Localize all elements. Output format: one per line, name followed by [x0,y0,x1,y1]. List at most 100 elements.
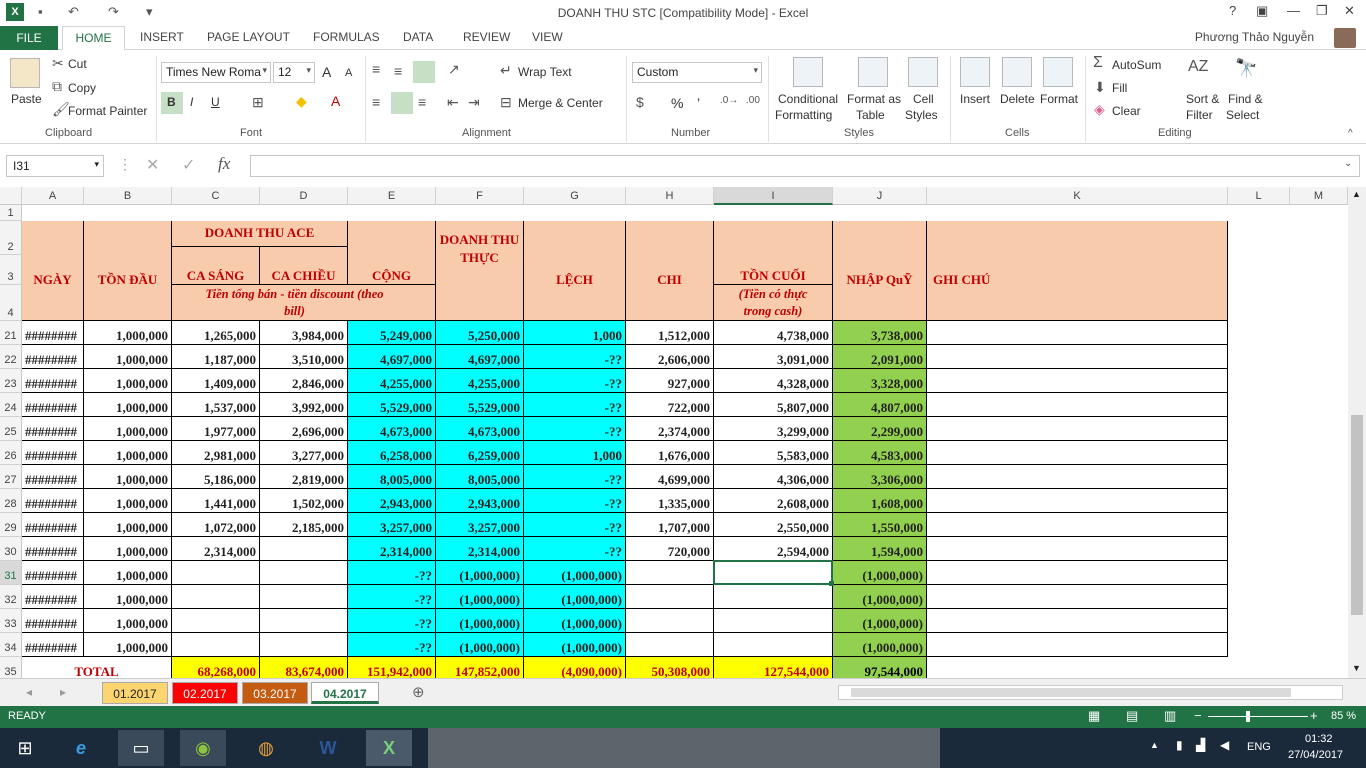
cell-c[interactable] [172,561,260,585]
sheet-tab-03[interactable]: 03.2017 [242,682,308,704]
cell-g[interactable]: (1,000,000) [524,561,626,585]
cell-c[interactable]: 2,981,000 [172,441,260,465]
row-header[interactable]: 27 [0,465,22,489]
cell-g[interactable]: 1,000 [524,321,626,345]
cell-f[interactable]: (1,000,000) [436,609,524,633]
cell-h[interactable]: 720,000 [626,537,714,561]
cell-b[interactable]: 1,000,000 [84,561,172,585]
cell-a[interactable]: ######## [22,489,84,513]
cell-b[interactable]: 1,000,000 [84,465,172,489]
row-header[interactable]: 28 [0,489,22,513]
language-indicator[interactable]: ENG [1247,741,1271,753]
cell-b[interactable]: 1,000,000 [84,513,172,537]
sort-filter-icon[interactable]: AZ [1188,58,1208,76]
cell-g[interactable]: -?? [524,489,626,513]
cell-b[interactable]: 1,000,000 [84,585,172,609]
column-header-m[interactable]: M [1290,187,1348,205]
cell-k[interactable] [927,489,1228,513]
avatar[interactable] [1334,28,1356,48]
cell-d[interactable]: 3,984,000 [260,321,348,345]
fill-button[interactable]: Fill [1112,81,1127,95]
cell-b[interactable]: 1,000,000 [84,369,172,393]
expand-formula-icon[interactable]: ⌄ [1344,158,1352,169]
collapse-ribbon-icon[interactable]: ^ [1348,128,1353,139]
spreadsheet-grid[interactable]: ABCDEFGHIJKLM 1 2 3 4 NGÀY TỒN ĐẦU DOANH THU A… [0,187,1348,678]
sort-filter-button[interactable]: Sort & [1186,92,1219,106]
cell-e[interactable]: 2,943,000 [348,489,436,513]
cell-k[interactable] [927,609,1228,633]
enter-icon[interactable]: ✓ [182,155,195,175]
row-header[interactable]: 1 [0,205,22,221]
font-color-icon[interactable]: A [331,93,340,109]
hscroll-thumb[interactable] [851,688,1291,697]
row-header[interactable]: 35 [0,657,22,678]
cell-f[interactable]: 4,255,000 [436,369,524,393]
cell-i[interactable]: 4,738,000 [714,321,833,345]
cell-g[interactable]: 1,000 [524,441,626,465]
cell-f[interactable]: 5,250,000 [436,321,524,345]
cell-a[interactable]: ######## [22,345,84,369]
cell-a[interactable]: ######## [22,465,84,489]
restore-button[interactable]: ❐ [1316,3,1328,19]
cell-j[interactable]: 1,608,000 [833,489,927,513]
cell-a[interactable]: ######## [22,537,84,561]
tab-page-layout[interactable]: PAGE LAYOUT [207,30,290,44]
cell-d[interactable] [260,609,348,633]
cell-c[interactable]: 1,977,000 [172,417,260,441]
row-header[interactable]: 34 [0,633,22,657]
cell-j[interactable]: 1,594,000 [833,537,927,561]
cell-a[interactable]: ######## [22,369,84,393]
ribbon-display-icon[interactable]: ▣ [1256,3,1268,19]
copy-button[interactable]: Copy [68,81,96,95]
cell-j[interactable]: 3,306,000 [833,465,927,489]
cell-h[interactable] [626,633,714,657]
cell-b[interactable]: 1,000,000 [84,441,172,465]
excel-taskbar-icon[interactable]: X [366,730,412,766]
cell-k[interactable] [927,537,1228,561]
clear-button[interactable]: Clear [1112,104,1141,118]
cell-c[interactable]: 1,441,000 [172,489,260,513]
sheet-tab-02[interactable]: 02.2017 [172,682,238,704]
underline-button[interactable]: U [211,95,220,109]
tab-data[interactable]: DATA [403,30,433,44]
cell-h[interactable]: 722,000 [626,393,714,417]
cell-i[interactable]: 4,306,000 [714,465,833,489]
windows-start-icon[interactable]: ⊞ [2,730,48,766]
cell-styles-icon[interactable] [908,57,938,87]
delete-cells-icon[interactable] [1002,57,1032,87]
formula-input[interactable] [250,155,1360,177]
new-sheet-icon[interactable]: ⊕ [412,683,425,701]
cell-c[interactable] [172,609,260,633]
wrap-text-button[interactable]: Wrap Text [518,65,572,79]
horizontal-scrollbar[interactable] [838,685,1343,700]
cell-k[interactable] [927,345,1228,369]
cell-h[interactable]: 1,707,000 [626,513,714,537]
cell-a[interactable]: ######## [22,393,84,417]
cell-f[interactable]: 2,943,000 [436,489,524,513]
volume-icon[interactable]: ◀ [1220,738,1229,752]
column-header-k[interactable]: K [927,187,1228,205]
cell-a[interactable]: ######## [22,585,84,609]
insert-button[interactable]: Insert [960,92,990,106]
cell-e[interactable]: -?? [348,585,436,609]
cell-j[interactable]: (1,000,000) [833,585,927,609]
column-header-c[interactable]: C [172,187,260,205]
cell-h[interactable]: 2,374,000 [626,417,714,441]
tab-view[interactable]: VIEW [532,30,563,44]
align-middle-icon[interactable]: ≡ [394,63,402,79]
cell-j[interactable]: 1,550,000 [833,513,927,537]
prev-sheet-icon[interactable]: ◂ [26,685,32,699]
cell-k[interactable] [927,441,1228,465]
page-break-view-icon[interactable]: ▥ [1164,708,1176,724]
cell-g[interactable]: -?? [524,417,626,441]
find-select-icon[interactable]: 🔭 [1235,58,1257,79]
zoom-in-button[interactable]: + [1310,708,1318,723]
cell-f[interactable]: 6,259,000 [436,441,524,465]
cell-i[interactable]: 5,807,000 [714,393,833,417]
cell-d[interactable]: 2,819,000 [260,465,348,489]
cell-j[interactable]: (1,000,000) [833,633,927,657]
cell-d[interactable]: 3,277,000 [260,441,348,465]
format-painter-button[interactable]: Format Painter [68,104,147,118]
insert-cells-icon[interactable] [960,57,990,87]
row-header[interactable]: 32 [0,585,22,609]
